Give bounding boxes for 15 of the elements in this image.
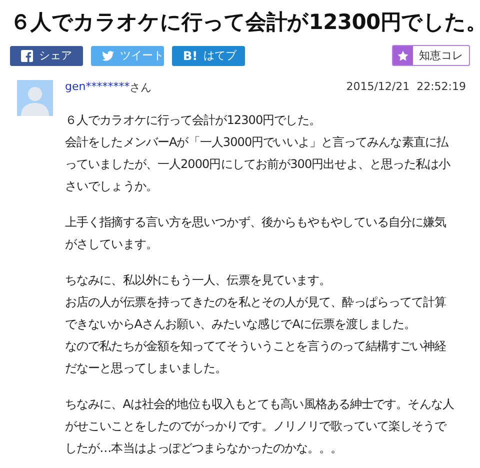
body-paragraph: ちなみに、Aは社会的地位も収入もとても高い風格ある紳士です。そんな人 がせこいことをしたのでがっかりです。ノリノリで歌っていて楽しそうで したが…本当はよっぽどつまらなかったのかな。。。 [65, 396, 455, 457]
body-paragraph: ６人でカラオケに行って会計が12300円でした。 会計をしたメンバーAが「一人3000円でいいよ」と言ってみんな素直に払 っていましたが、一人2000円にしてお前が300円出せよ、と思った私は小 さいでしょうか。 [65, 112, 452, 195]
star-icon [397, 50, 409, 62]
bookmark-button[interactable]: B! はてブ [172, 46, 245, 66]
collection-button[interactable]: 知恵コレ [392, 45, 470, 66]
post-date: 2015/12/21 22:52:19 [346, 80, 466, 93]
body-paragraph: ちなみに、私以外にもう一人、伝票を見ています。 お店の人が伝票を持ってきたのを私とその人が見て、酔っぱらってて計算 できないからAさんお願い、みたいな感じでAに伝票を渡しました。 なので私たちが金額を知っててそういうことを言うのって結構すごい神経 だなーと思ってしまいました。 [65, 272, 448, 377]
honorific-text: さん [130, 80, 152, 95]
avatar-icon [17, 80, 53, 116]
hatena-icon: B! [183, 50, 198, 62]
facebook-icon [21, 50, 33, 62]
bird-icon [102, 50, 114, 62]
username-link[interactable]: gen******** [65, 80, 130, 95]
share-button[interactable]: シェア [10, 46, 83, 66]
body-paragraph: 上手く指摘する言い方を思いつかず、後からもやもやしている自分に嫌気 がさしています。 [65, 214, 448, 253]
